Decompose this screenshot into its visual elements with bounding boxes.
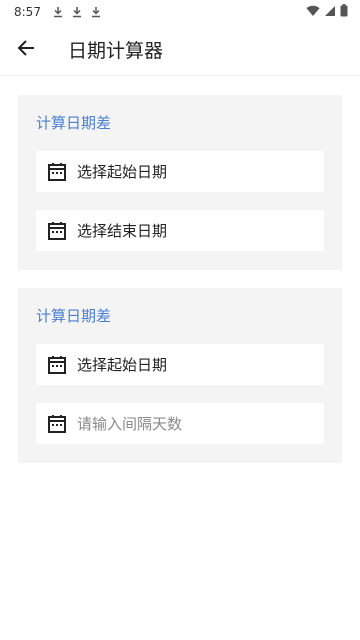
arrow-left-icon: [17, 39, 35, 61]
status-time: 8:57: [14, 5, 41, 19]
page-title: 日期计算器: [68, 40, 164, 62]
download-icon: [53, 6, 63, 18]
signal-icon: [324, 5, 336, 20]
date-offset-card: 计算日期差 选择起始日期: [18, 288, 342, 463]
date-diff-card: 计算日期差 选择起始日期 选择结束日期: [18, 95, 342, 270]
calendar-icon: [47, 162, 67, 182]
start-date-label: 选择起始日期: [77, 356, 168, 374]
start-date-picker[interactable]: 选择起始日期: [36, 151, 324, 192]
interval-days-input[interactable]: [77, 414, 297, 433]
calendar-icon: [47, 414, 67, 434]
back-button[interactable]: [0, 24, 52, 76]
end-date-picker[interactable]: 选择结束日期: [36, 210, 324, 251]
start-date-picker[interactable]: 选择起始日期: [36, 344, 324, 385]
card-title: 计算日期差: [36, 307, 112, 325]
calendar-icon: [47, 221, 67, 241]
calendar-icon: [47, 355, 67, 375]
status-bar: 8:57: [0, 0, 360, 24]
app-bar: 日期计算器: [0, 24, 360, 76]
battery-icon: [340, 4, 348, 20]
card-title: 计算日期差: [36, 114, 112, 132]
interval-days-field[interactable]: [36, 403, 324, 444]
status-right-icons: [306, 4, 348, 20]
start-date-label: 选择起始日期: [77, 163, 168, 181]
end-date-label: 选择结束日期: [77, 222, 168, 240]
notification-icons: [53, 6, 101, 18]
download-icon: [72, 6, 82, 18]
wifi-icon: [306, 5, 320, 20]
download-icon: [91, 6, 101, 18]
